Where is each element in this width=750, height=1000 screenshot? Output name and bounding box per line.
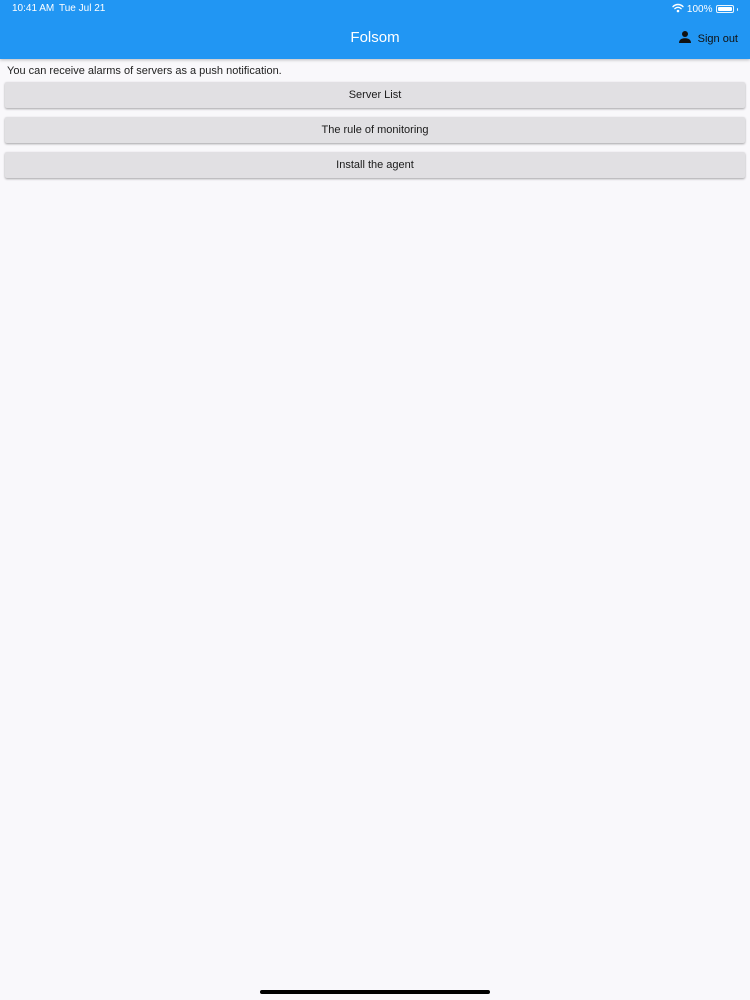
battery-percentage: 100% (686, 3, 713, 15)
app-bar: 10:41 AM Tue Jul 21 100% Folsom Sign out (0, 0, 750, 59)
wifi-icon (672, 0, 684, 18)
server-list-button[interactable]: Server List (5, 82, 745, 108)
battery-level (717, 7, 732, 11)
battery-icon (715, 5, 734, 13)
status-indicators: 100% (672, 2, 738, 16)
intro-text: You can receive alarms of servers as a p… (7, 65, 282, 77)
battery-cap (736, 7, 738, 11)
page-title: Folsom (350, 29, 400, 46)
status-time: 10:41 AM (12, 3, 55, 14)
sign-out-button[interactable]: Sign out (678, 30, 738, 48)
install-agent-button[interactable]: Install the agent (5, 152, 745, 178)
sign-out-label: Sign out (697, 33, 738, 45)
person-icon (678, 30, 692, 49)
monitoring-rules-button[interactable]: The rule of monitoring (5, 117, 745, 143)
home-indicator (260, 990, 490, 994)
status-date: Tue Jul 21 (59, 3, 106, 14)
